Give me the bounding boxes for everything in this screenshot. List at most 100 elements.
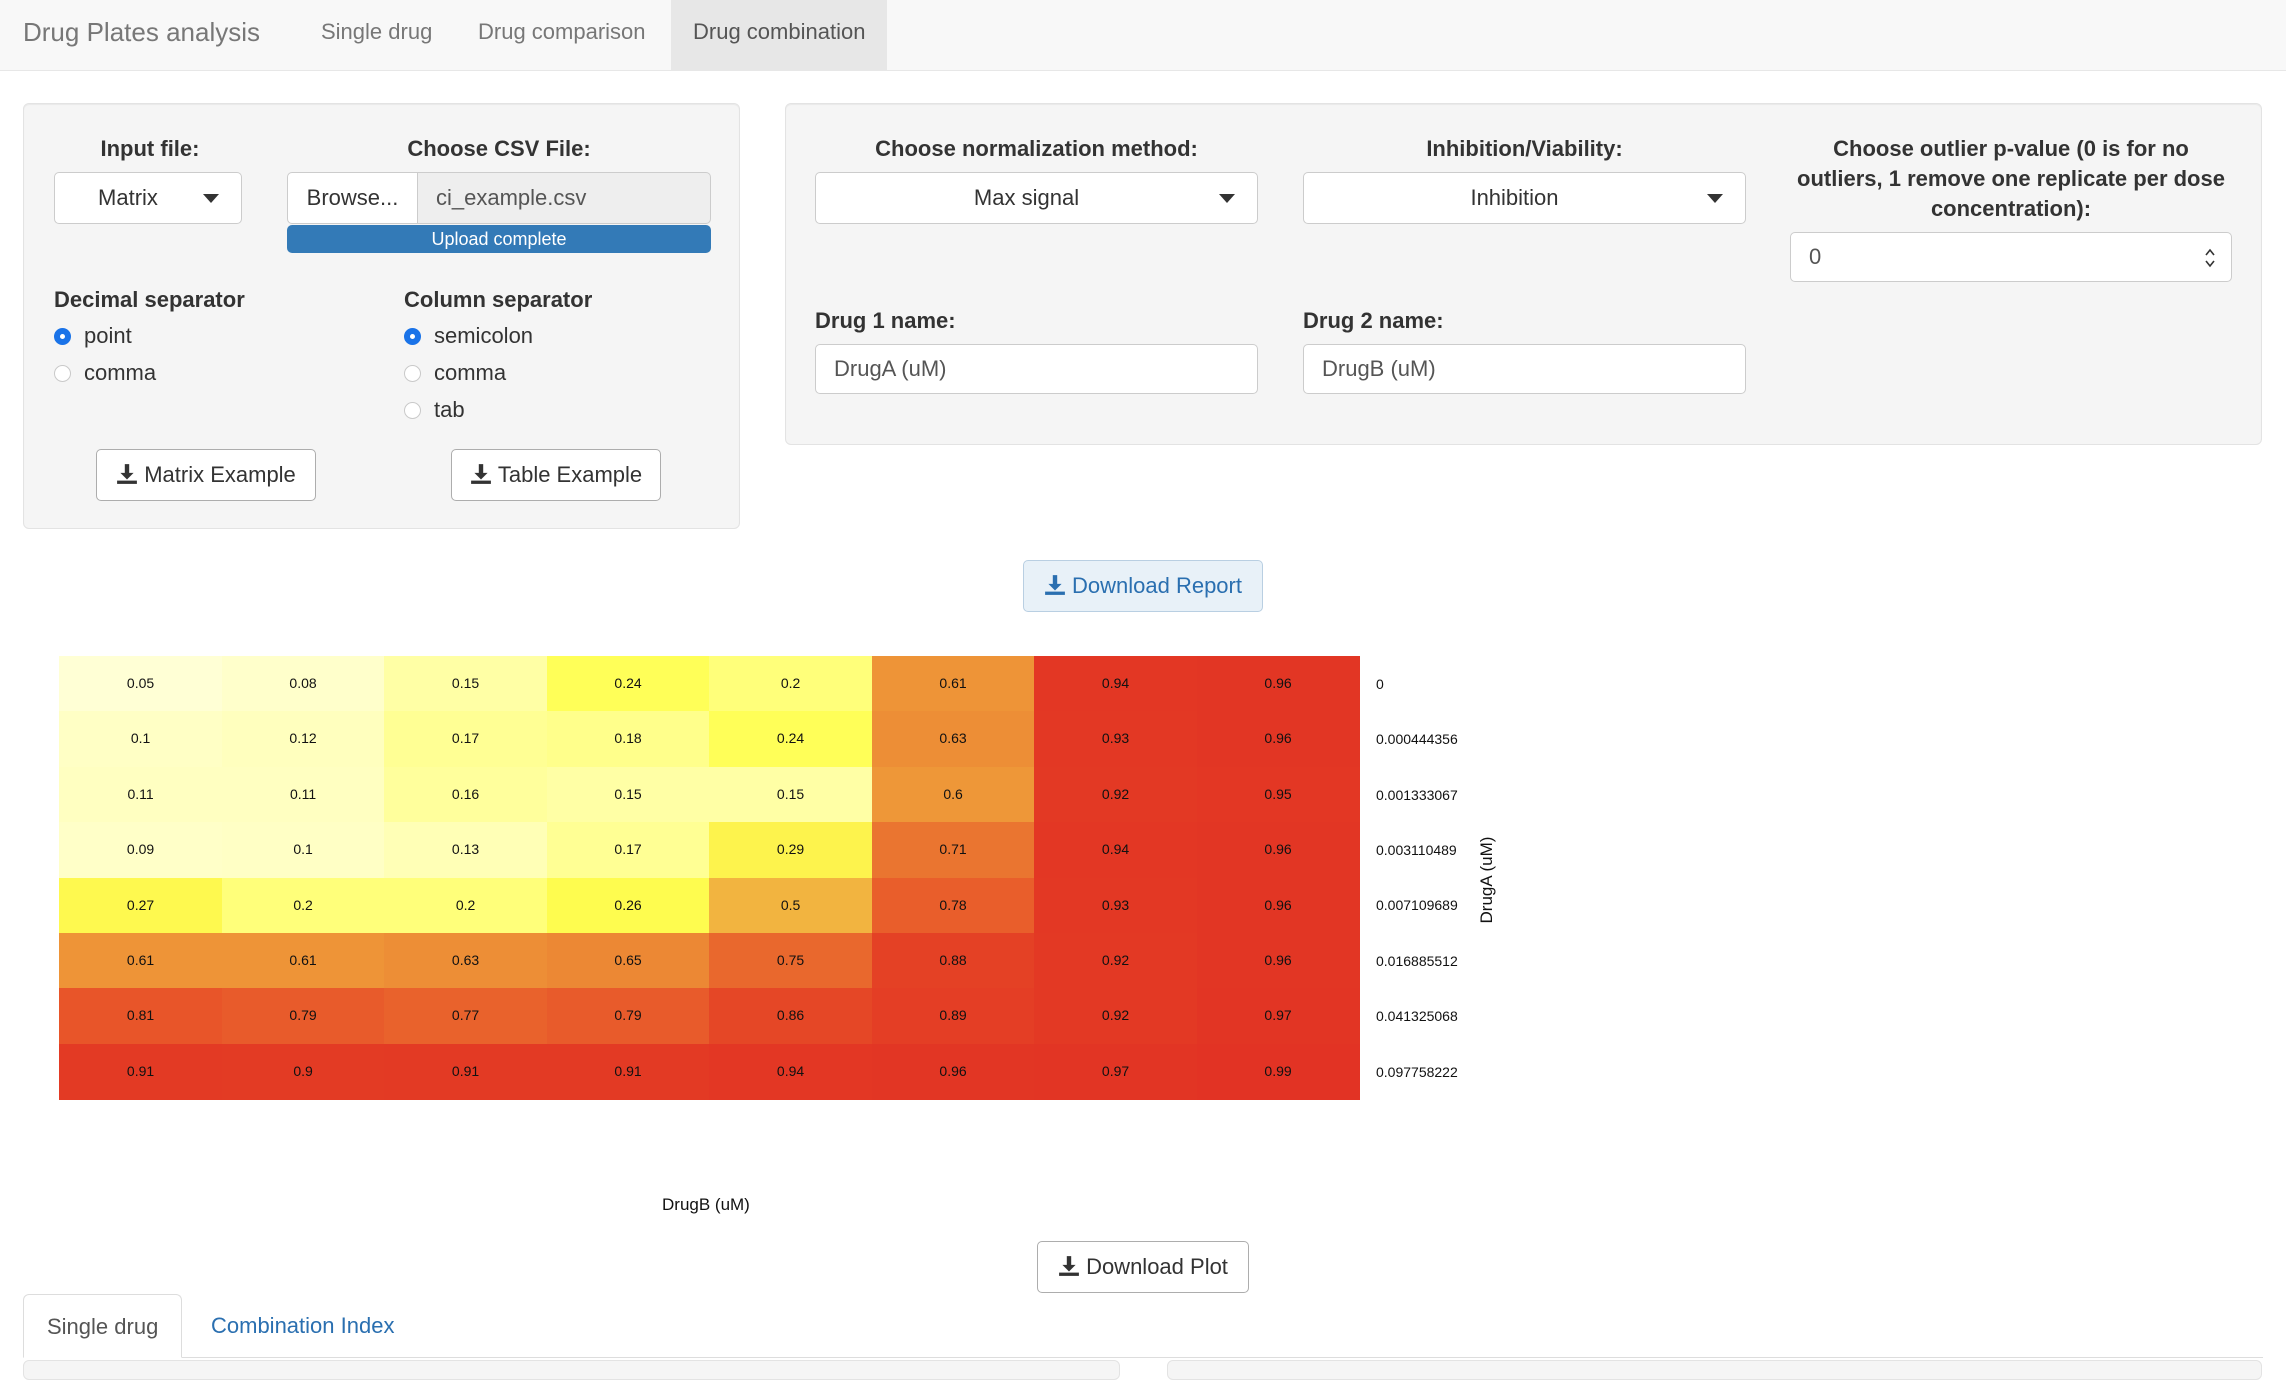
heatmap-cell: 0.93 bbox=[1034, 877, 1198, 934]
browse-button[interactable]: Browse... bbox=[287, 172, 418, 224]
y-tick-label: 0.041325068 bbox=[1376, 1008, 1458, 1025]
radio-unchecked-icon bbox=[54, 365, 71, 382]
normalization-label: Choose normalization method: bbox=[875, 136, 1198, 161]
button-label: Table Example bbox=[497, 462, 643, 487]
heatmap-cell: 0.89 bbox=[871, 988, 1035, 1045]
heatmap-cell: 0.24 bbox=[709, 711, 873, 768]
button-label: Download Plot bbox=[1086, 1254, 1228, 1279]
radio-column-semicolon[interactable]: semicolon bbox=[404, 322, 533, 350]
input-panel: Input file: Matrix Choose CSV File: Brow… bbox=[23, 103, 740, 529]
heatmap-cell: 0.94 bbox=[709, 1043, 873, 1100]
download-report-button[interactable]: Download Report bbox=[1023, 560, 1263, 612]
outlier-pvalue-input[interactable]: 0 bbox=[1790, 232, 2232, 282]
heatmap-cell: 0.26 bbox=[546, 877, 710, 934]
heatmap-cell: 0.15 bbox=[546, 766, 710, 823]
y-tick-label: 0.007109689 bbox=[1376, 897, 1458, 914]
matrix-example-button[interactable]: Matrix Example bbox=[96, 449, 316, 501]
heatmap-cell: 0.96 bbox=[1196, 877, 1360, 934]
y-tick-label: 0.001333067 bbox=[1376, 786, 1458, 803]
tab-drug-combination[interactable]: Drug combination bbox=[671, 0, 888, 70]
tab-bottom-single-drug[interactable]: Single drug bbox=[23, 1294, 183, 1358]
y-tick-label: 0 bbox=[1376, 675, 1384, 692]
heatmap-cell: 0.75 bbox=[709, 933, 873, 989]
heatmap-cell: 0.92 bbox=[1034, 988, 1198, 1045]
drug1-name-input[interactable]: DrugA (uM) bbox=[815, 344, 1258, 394]
radio-decimal-comma[interactable]: comma bbox=[54, 359, 156, 387]
heatmap-cell: 0.13 bbox=[384, 822, 548, 879]
file-name-field: ci_example.csv bbox=[418, 172, 711, 224]
heatmap-cell: 0.71 bbox=[871, 822, 1035, 879]
inhibition-viability-value: Inhibition bbox=[1470, 185, 1559, 210]
tab-single-drug[interactable]: Single drug bbox=[299, 0, 454, 70]
tab-drug-comparison[interactable]: Drug comparison bbox=[456, 0, 668, 70]
radio-decimal-point[interactable]: point bbox=[54, 322, 132, 350]
top-navbar: Drug Plates analysis Single drug Drug co… bbox=[0, 0, 2286, 71]
heatmap-cell: 0.79 bbox=[221, 988, 385, 1045]
heatmap-cell: 0.6 bbox=[871, 766, 1035, 823]
tab-bottom-combination-index[interactable]: Combination Index bbox=[188, 1294, 417, 1358]
heatmap-cell: 0.65 bbox=[546, 933, 710, 989]
outlier-pvalue-value: 0 bbox=[1809, 244, 1822, 269]
chevron-down-icon bbox=[1219, 194, 1235, 203]
heatmap-cell: 0.1 bbox=[59, 711, 223, 768]
radio-column-tab[interactable]: tab bbox=[404, 396, 465, 424]
input-file-select[interactable]: Matrix bbox=[54, 172, 242, 224]
heatmap-cell: 0.9 bbox=[221, 1043, 385, 1100]
column-separator-label: Column separator bbox=[404, 287, 593, 312]
heatmap-cell: 0.2 bbox=[709, 656, 873, 712]
upload-progress-bar: Upload complete bbox=[287, 225, 711, 253]
heatmap-cell: 0.15 bbox=[709, 766, 873, 823]
normalization-value: Max signal bbox=[973, 185, 1080, 210]
radio-label: point bbox=[84, 323, 132, 348]
heatmap-cell: 0.78 bbox=[871, 877, 1035, 934]
table-example-button[interactable]: Table Example bbox=[451, 449, 661, 501]
heatmap-cell: 0.05 bbox=[59, 656, 223, 712]
app-title[interactable]: Drug Plates analysis bbox=[23, 0, 260, 71]
heatmap-cell: 0.12 bbox=[221, 711, 385, 768]
heatmap-cell: 0.88 bbox=[871, 933, 1035, 989]
csv-file-label: Choose CSV File: bbox=[407, 136, 591, 161]
radio-unchecked-icon bbox=[404, 365, 421, 382]
heatmap-cell: 0.77 bbox=[384, 988, 548, 1045]
heatmap-cell: 0.95 bbox=[1196, 766, 1360, 823]
heatmap-cell: 0.94 bbox=[1034, 656, 1198, 712]
inhibition-viability-label: Inhibition/Viability: bbox=[1426, 136, 1623, 161]
number-spinner-icon[interactable] bbox=[2203, 245, 2217, 271]
heatmap-cell: 0.91 bbox=[384, 1043, 548, 1100]
radio-column-comma[interactable]: comma bbox=[404, 359, 506, 387]
heatmap-cell: 0.5 bbox=[709, 877, 873, 934]
heatmap-cell: 0.99 bbox=[1196, 1043, 1360, 1100]
inhibition-viability-select[interactable]: Inhibition bbox=[1303, 172, 1746, 224]
heatmap-cell: 0.09 bbox=[59, 822, 223, 879]
results-panel-right bbox=[1167, 1360, 2262, 1380]
radio-label: semicolon bbox=[434, 323, 534, 348]
heatmap-cell: 0.2 bbox=[384, 877, 548, 934]
heatmap-cell: 0.2 bbox=[221, 877, 385, 934]
y-tick-label: 0.000444356 bbox=[1376, 731, 1458, 748]
heatmap-cell: 0.79 bbox=[546, 988, 710, 1045]
heatmap-cell: 0.11 bbox=[59, 766, 223, 823]
heatmap-cell: 0.17 bbox=[384, 711, 548, 768]
input-file-value: Matrix bbox=[98, 185, 158, 210]
heatmap-cell: 0.1 bbox=[221, 822, 385, 879]
radio-checked-icon bbox=[404, 328, 421, 345]
decimal-separator-label: Decimal separator bbox=[54, 287, 245, 312]
heatmap-cell: 0.63 bbox=[871, 711, 1035, 768]
radio-unchecked-icon bbox=[404, 402, 421, 419]
radio-label: comma bbox=[84, 360, 157, 385]
heatmap-cell: 0.61 bbox=[221, 933, 385, 989]
heatmap-cell: 0.61 bbox=[871, 656, 1035, 712]
heatmap-cell: 0.92 bbox=[1034, 766, 1198, 823]
x-axis-title: DrugB (uM) bbox=[662, 1195, 750, 1214]
heatmap-cell: 0.27 bbox=[59, 877, 223, 934]
normalization-select[interactable]: Max signal bbox=[815, 172, 1258, 224]
heatmap-cell: 0.11 bbox=[221, 766, 385, 823]
outlier-pvalue-label: Choose outlier p-value (0 is for no outl… bbox=[1797, 136, 2225, 221]
heatmap-cell: 0.96 bbox=[871, 1043, 1035, 1100]
drug2-name-input[interactable]: DrugB (uM) bbox=[1303, 344, 1746, 394]
results-panel-left bbox=[23, 1360, 1120, 1380]
heatmap-cell: 0.18 bbox=[546, 711, 710, 768]
radio-label: comma bbox=[434, 360, 507, 385]
heatmap-cell: 0.96 bbox=[1196, 711, 1360, 768]
download-plot-button[interactable]: Download Plot bbox=[1037, 1241, 1249, 1293]
